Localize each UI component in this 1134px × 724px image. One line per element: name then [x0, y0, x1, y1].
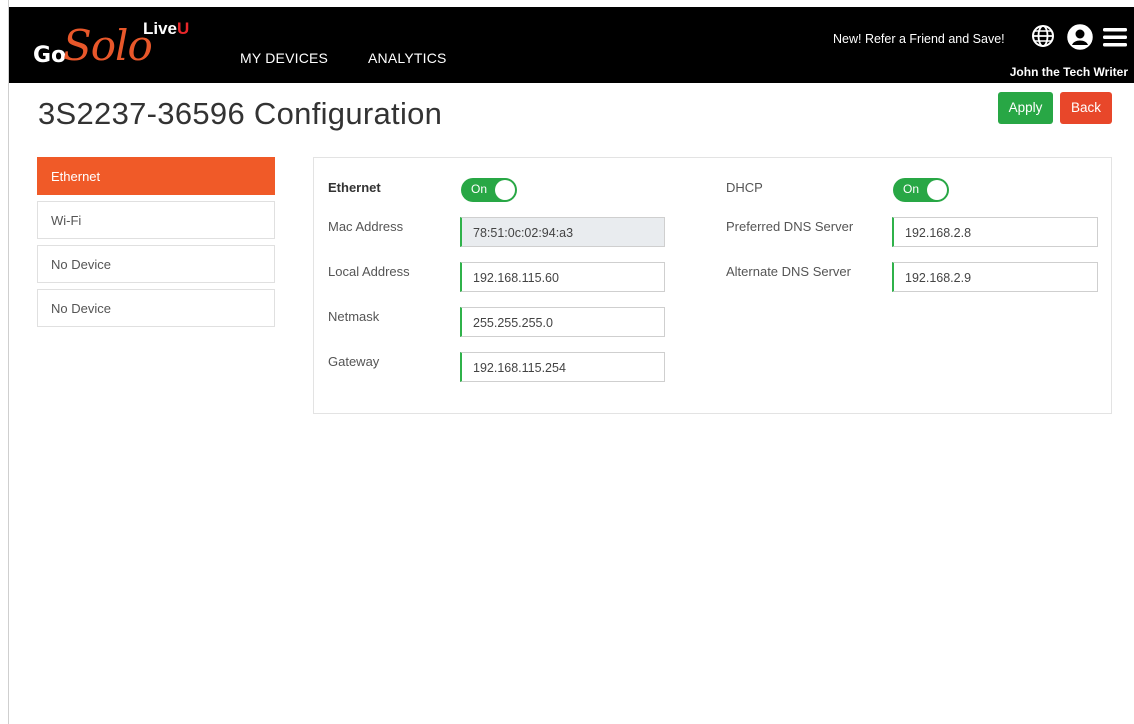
gosolo-logo[interactable]: Go Solo LiveU	[31, 17, 201, 73]
mac-address-field: 78:51:0c:02:94:a3	[460, 217, 665, 247]
dhcp-toggle[interactable]: On	[893, 178, 949, 202]
logo-solo: Solo	[63, 21, 153, 70]
sidebar-item-no-device-1[interactable]: No Device	[37, 245, 275, 283]
dhcp-toggle-state: On	[903, 182, 920, 196]
alternate-dns-input[interactable]: 192.168.2.9	[892, 262, 1098, 292]
preferred-dns-label: Preferred DNS Server	[726, 219, 854, 234]
sidebar-item-ethernet[interactable]: Ethernet	[37, 157, 275, 195]
window-left-edge	[0, 0, 9, 724]
netmask-input[interactable]: 255.255.255.0	[460, 307, 665, 337]
preferred-dns-input[interactable]: 192.168.2.8	[892, 217, 1098, 247]
apply-button[interactable]: Apply	[998, 92, 1053, 124]
sidebar-item-no-device-2[interactable]: No Device	[37, 289, 275, 327]
netmask-label: Netmask	[328, 309, 380, 324]
toggle-knob	[495, 180, 515, 200]
user-account-icon[interactable]	[1067, 24, 1093, 50]
logo-go: Go	[33, 43, 67, 68]
ethernet-config-panel: Ethernet On Mac Address 78:51:0c:02:94:a…	[313, 157, 1112, 414]
refer-friend-link[interactable]: New! Refer a Friend and Save!	[833, 32, 1005, 46]
dhcp-label: DHCP	[726, 180, 763, 195]
page-title: 3S2237-36596 Configuration	[38, 96, 443, 131]
alternate-dns-label: Alternate DNS Server	[726, 264, 851, 279]
local-address-input[interactable]: 192.168.115.60	[460, 262, 665, 292]
gateway-label: Gateway	[328, 354, 380, 369]
logo-liveu: LiveU	[143, 19, 190, 38]
nav-analytics[interactable]: ANALYTICS	[368, 50, 447, 66]
back-button[interactable]: Back	[1060, 92, 1112, 124]
nav-my-devices[interactable]: MY DEVICES	[240, 50, 328, 66]
user-name[interactable]: John the Tech Writer	[1010, 65, 1128, 79]
ethernet-toggle-state: On	[471, 182, 488, 196]
ethernet-label: Ethernet	[328, 180, 381, 195]
top-navbar: Go Solo LiveU MY DEVICES ANALYTICS New! …	[9, 7, 1134, 83]
hamburger-menu-icon[interactable]	[1102, 24, 1128, 50]
mac-address-label: Mac Address	[328, 219, 404, 234]
sidebar-item-wifi[interactable]: Wi-Fi	[37, 201, 275, 239]
globe-icon[interactable]	[1031, 24, 1057, 50]
gateway-input[interactable]: 192.168.115.254	[460, 352, 665, 382]
ethernet-toggle[interactable]: On	[461, 178, 517, 202]
toggle-knob	[927, 180, 947, 200]
local-address-label: Local Address	[328, 264, 410, 279]
